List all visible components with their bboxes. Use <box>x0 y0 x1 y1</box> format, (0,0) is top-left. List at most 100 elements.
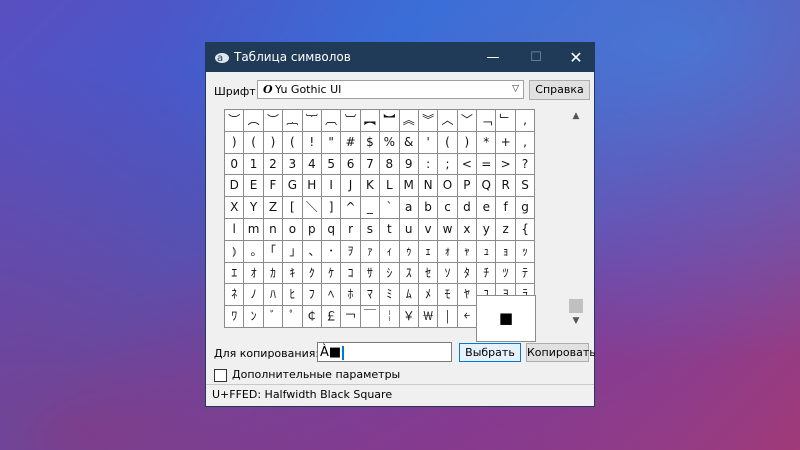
character-cell[interactable]: F <box>263 175 284 198</box>
character-cell[interactable]: ￩ <box>457 306 478 328</box>
character-cell[interactable]: ｼ <box>380 262 400 285</box>
character-cell[interactable]: ﾍ <box>321 284 342 307</box>
character-cell[interactable]: ﹂ <box>496 110 516 132</box>
character-cell[interactable]: ] <box>321 197 342 219</box>
character-cell[interactable]: 5 <box>321 153 342 176</box>
character-cell[interactable]: 6 <box>341 153 361 176</box>
character-cell[interactable]: p <box>302 218 322 241</box>
character-cell[interactable]: c <box>438 197 458 219</box>
character-cell[interactable]: ﾝ <box>244 306 264 328</box>
character-cell[interactable]: ￡ <box>321 306 342 328</box>
character-cell[interactable]: O <box>438 175 458 198</box>
character-cell[interactable]: K <box>360 175 381 198</box>
character-cell[interactable]: ￨ <box>438 306 458 328</box>
character-cell[interactable]: & <box>399 131 419 154</box>
character-cell[interactable]: " <box>321 131 342 154</box>
character-cell[interactable]: 1 <box>244 153 264 176</box>
character-cell[interactable]: + <box>496 131 516 154</box>
character-cell[interactable]: ︻ <box>360 110 381 132</box>
character-cell[interactable]: r <box>341 218 361 241</box>
character-cell[interactable]: y <box>477 218 497 241</box>
maximize-button[interactable]: ☐ <box>521 43 551 72</box>
character-cell[interactable]: ) <box>225 131 245 154</box>
character-cell[interactable]: { <box>515 218 536 241</box>
character-cell[interactable]: ﾂ <box>496 262 516 285</box>
character-cell[interactable]: ｽ <box>399 262 419 285</box>
character-cell[interactable]: q <box>321 218 342 241</box>
character-cell[interactable]: ￤ <box>380 306 400 328</box>
scroll-thumb[interactable] <box>569 299 583 313</box>
character-cell[interactable]: w <box>438 218 458 241</box>
character-cell[interactable]: 7 <box>360 153 381 176</box>
character-cell[interactable]: ' <box>418 131 439 154</box>
character-cell[interactable]: ( <box>244 131 264 154</box>
character-cell[interactable]: ｪ <box>418 240 439 263</box>
character-cell[interactable]: b <box>418 197 439 219</box>
character-cell[interactable]: ﾓ <box>438 284 458 307</box>
character-cell[interactable]: X <box>225 197 245 219</box>
character-cell[interactable]: ｫ <box>438 240 458 263</box>
scroll-down-icon[interactable]: ▼ <box>569 314 583 328</box>
character-cell[interactable]: , <box>515 131 536 154</box>
character-cell[interactable]: ｴ <box>225 262 245 285</box>
character-cell[interactable]: ｧ <box>360 240 381 263</box>
character-cell[interactable]: ﾏ <box>360 284 381 307</box>
character-cell[interactable]: Q <box>477 175 497 198</box>
character-cell[interactable]: ﾐ <box>380 284 400 307</box>
character-cell[interactable]: G <box>283 175 303 198</box>
character-cell[interactable]: t <box>380 218 400 241</box>
character-cell[interactable]: # <box>341 131 361 154</box>
grid-scrollbar[interactable]: ▲ ▼ <box>569 109 583 328</box>
character-cell[interactable]: ｻ <box>360 262 381 285</box>
character-cell[interactable]: v <box>418 218 439 241</box>
character-cell[interactable]: ﾊ <box>263 284 284 307</box>
character-cell[interactable]: ｡ <box>244 240 264 263</box>
character-cell[interactable]: S <box>515 175 536 198</box>
character-cell[interactable]: ﾟ <box>283 306 303 328</box>
character-cell[interactable]: ｨ <box>380 240 400 263</box>
character-cell[interactable]: ﾀ <box>457 262 478 285</box>
character-cell[interactable]: ﾔ <box>457 284 478 307</box>
character-cell[interactable]: ｦ <box>341 240 361 263</box>
character-cell[interactable]: ￦ <box>418 306 439 328</box>
character-cell[interactable]: ﾞ <box>263 306 284 328</box>
character-cell[interactable]: ﾑ <box>399 284 419 307</box>
close-button[interactable]: ✕ <box>561 43 591 72</box>
character-cell[interactable]: ) <box>263 131 284 154</box>
character-cell[interactable]: ｩ <box>399 240 419 263</box>
character-cell[interactable]: ﾉ <box>244 284 264 307</box>
title-bar[interactable]: a Таблица символов — ☐ ✕ <box>206 43 594 72</box>
character-cell[interactable]: ＼ <box>302 197 322 219</box>
character-cell[interactable]: ￢ <box>341 306 361 328</box>
character-cell[interactable]: ﹁ <box>477 110 497 132</box>
character-cell[interactable]: ︹ <box>321 110 342 132</box>
character-cell[interactable]: ︸ <box>302 110 322 132</box>
character-cell[interactable]: ﾜ <box>225 306 245 328</box>
character-cell[interactable]: l <box>225 218 245 241</box>
character-cell[interactable]: ︵ <box>244 110 264 132</box>
character-cell[interactable]: R <box>496 175 516 198</box>
character-cell[interactable]: ︶ <box>263 110 284 132</box>
character-cell[interactable]: ( <box>283 131 303 154</box>
character-cell[interactable]: ; <box>438 153 458 176</box>
character-cell[interactable]: ｺ <box>341 262 361 285</box>
character-cell[interactable]: ! <box>302 131 322 154</box>
character-cell[interactable]: ｿ <box>438 262 458 285</box>
character-cell[interactable]: ︷ <box>283 110 303 132</box>
character-cell[interactable]: ︶ <box>225 110 245 132</box>
character-cell[interactable]: ｯ <box>515 240 536 263</box>
character-cell[interactable]: ￠ <box>302 306 322 328</box>
character-cell[interactable]: $ <box>360 131 381 154</box>
character-cell[interactable]: ﾌ <box>302 284 322 307</box>
font-dropdown[interactable]: O Yu Gothic UI ▽ <box>257 80 524 99</box>
character-cell[interactable]: = <box>477 153 497 176</box>
character-cell[interactable]: ￥ <box>399 306 419 328</box>
character-cell[interactable]: x <box>457 218 478 241</box>
character-cell[interactable]: f <box>496 197 516 219</box>
character-cell[interactable]: N <box>418 175 439 198</box>
character-cell[interactable]: ﾃ <box>515 262 536 285</box>
character-cell[interactable]: % <box>380 131 400 154</box>
character-cell[interactable]: < <box>457 153 478 176</box>
character-cell[interactable]: ｵ <box>244 262 264 285</box>
character-cell[interactable]: ｹ <box>321 262 342 285</box>
